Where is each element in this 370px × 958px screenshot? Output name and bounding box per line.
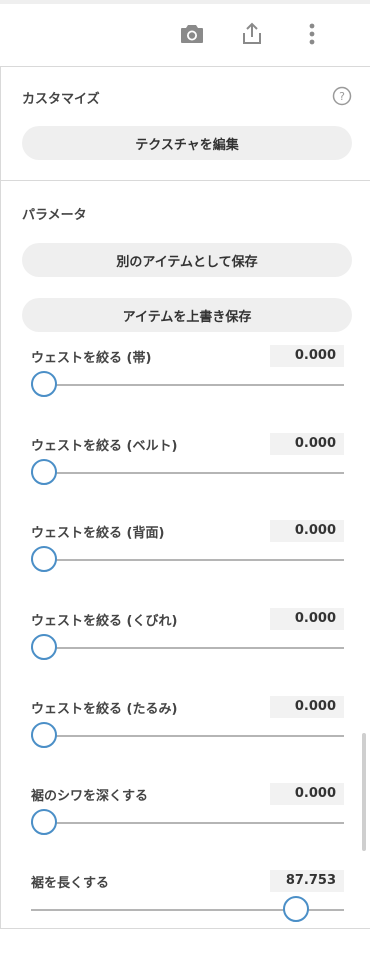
help-circle-icon[interactable]: ? [332,86,352,106]
slider-value[interactable]: 87.753 [270,870,344,892]
slider-value[interactable]: 0.000 [270,608,344,630]
slider-row-waist-belt: ウェストを絞る (ベルト) 0.000 [1,433,362,523]
slider-track[interactable] [31,472,344,474]
slider-label: ウェストを絞る (たるみ) [31,702,178,717]
edit-texture-button[interactable]: テクスチャを編集 [22,126,352,160]
slider-row-waist-curve: ウェストを絞る (くびれ) 0.000 [1,608,362,698]
slider-value[interactable]: 0.000 [270,433,344,455]
slider-thumb[interactable] [31,546,57,572]
slider-track[interactable] [31,647,344,649]
overwrite-item-button[interactable]: アイテムを上書き保存 [22,298,352,332]
slider-label: 裾を長くする [31,876,110,891]
save-as-new-item-button[interactable]: 別のアイテムとして保存 [22,243,352,277]
slider-thumb[interactable] [31,459,57,485]
svg-text:?: ? [339,90,345,103]
slider-thumb[interactable] [282,896,309,922]
slider-thumb[interactable] [31,371,57,397]
slider-thumb[interactable] [31,809,57,835]
slider-track[interactable] [31,384,344,386]
slider-row-waist-obi: ウェストを絞る (帯) 0.000 [1,345,362,435]
slider-label: 裾のシワを深くする [31,789,149,804]
slider-track[interactable] [31,822,344,824]
slider-value[interactable]: 0.000 [270,345,344,367]
customize-title: カスタマイズ [22,92,100,107]
slider-list[interactable]: ウェストを絞る (帯) 0.000 ウェストを絞る (ベルト) 0.000 ウェ… [1,345,362,925]
camera-icon[interactable] [178,20,206,48]
parameters-title: パラメータ [22,208,87,223]
slider-label: ウェストを絞る (くびれ) [31,614,178,629]
slider-row-hem-wrinkles: 裾のシワを深くする 0.000 [1,783,362,873]
slider-track[interactable] [31,735,344,737]
section-divider [1,180,370,181]
slider-track[interactable] [31,559,344,561]
slider-label: ウェストを絞る (帯) [31,351,152,366]
slider-value[interactable]: 0.000 [270,520,344,542]
bottom-bar [0,928,370,958]
slider-label: ウェストを絞る (背面) [31,526,165,541]
scrollbar[interactable] [362,733,366,851]
more-vertical-icon[interactable] [298,20,326,48]
share-icon[interactable] [238,20,266,48]
slider-thumb[interactable] [31,634,57,660]
slider-row-waist-slack: ウェストを絞る (たるみ) 0.000 [1,696,362,786]
slider-value[interactable]: 0.000 [270,783,344,805]
toolbar [0,4,370,66]
slider-thumb[interactable] [31,722,57,748]
slider-label: ウェストを絞る (ベルト) [31,439,178,454]
slider-row-hem-length: 裾を長くする 87.753 [1,870,362,925]
slider-row-waist-back: ウェストを絞る (背面) 0.000 [1,520,362,610]
slider-value[interactable]: 0.000 [270,696,344,718]
